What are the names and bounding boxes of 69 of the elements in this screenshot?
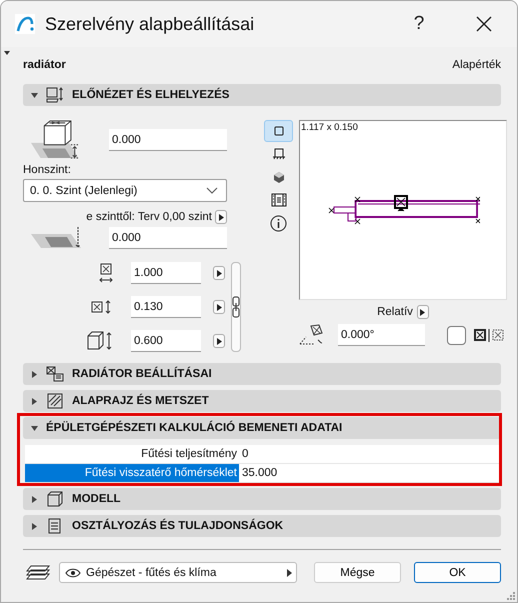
collapse-icon [31, 92, 38, 98]
layers-icon [26, 564, 51, 582]
section-header[interactable]: ELŐNÉZET ÉS ELHELYEZÉS [23, 84, 501, 106]
expand-icon [31, 496, 38, 502]
hatched-square-icon [46, 393, 64, 409]
default-label: Alapérték [452, 59, 501, 73]
arrow-button[interactable] [213, 334, 225, 348]
resize-grip-icon[interactable] [506, 591, 515, 600]
expand-icon [31, 398, 38, 404]
arrow-right-icon [420, 308, 426, 316]
width-icon [99, 262, 113, 284]
settings-list-icon [46, 366, 64, 382]
height-icon [87, 331, 113, 351]
view-mode-button[interactable] [264, 120, 293, 142]
width-field[interactable]: 1.000 [131, 262, 201, 284]
arrow-button[interactable] [213, 300, 225, 314]
cube-icon [46, 491, 64, 507]
elevation-icon [272, 148, 286, 160]
home-story-label: Honszint: [23, 164, 71, 176]
mirror-icon [474, 328, 506, 342]
section-header[interactable]: OSZTÁLYOZÁS ÉS TULAJDONSÁGOK [23, 515, 501, 537]
expand-icon [31, 370, 38, 378]
checkbox[interactable] [447, 326, 466, 344]
arrow-right-icon [287, 568, 292, 576]
help-button[interactable]: ? [389, 12, 449, 36]
property-value[interactable]: 0 [239, 445, 248, 463]
eye-icon [65, 568, 81, 578]
chevron-down-icon [206, 187, 218, 194]
collapse-icon [31, 424, 38, 432]
section-header[interactable]: ÉPÜLETGÉPÉSZETI KALKULÁCIÓ BEMENETI ADATAI [23, 417, 501, 439]
ok-button[interactable]: OK [414, 562, 501, 583]
property-label[interactable]: Fűtési visszatérő hőmérséklet [25, 464, 239, 482]
object-name: radiátor [23, 59, 66, 73]
depth-field[interactable]: 0.130 [131, 296, 201, 318]
square-icon [274, 126, 284, 136]
section-header[interactable]: RADIÁTOR BEÁLLÍTÁSAI [23, 363, 501, 385]
chain-icon [232, 296, 240, 318]
arrow-button[interactable] [213, 266, 225, 280]
depth-icon [91, 300, 113, 314]
layer-dropdown[interactable]: Gépészet - fűtés és klíma [59, 562, 297, 583]
section-header[interactable]: MODELL [23, 488, 501, 510]
elevation-field[interactable]: 0.000 [109, 129, 227, 151]
section-header[interactable]: ALAPRAJZ ÉS METSZET [23, 390, 501, 412]
height-field[interactable]: 0.600 [131, 330, 201, 352]
offset-field[interactable]: 0.000 [109, 227, 227, 249]
arrow-right-icon [216, 304, 222, 310]
info-icon [270, 214, 287, 232]
close-icon [476, 16, 492, 32]
preview-size-label: 1.117 x 0.150 [301, 122, 358, 133]
property-value[interactable]: 35.000 [239, 464, 278, 482]
home-story-dropdown[interactable]: 0. 0. Szint (Jelenlegi) [23, 179, 227, 202]
angle-field[interactable]: 0.000° [338, 324, 425, 346]
film-icon [270, 193, 286, 207]
arrow-button[interactable] [215, 210, 227, 224]
arrow-right-icon [216, 270, 222, 276]
arrow-right-icon [216, 338, 222, 344]
collapse-arrow-icon[interactable] [4, 51, 10, 55]
reference-level-label: e szinttől: Terv 0,00 szint [86, 211, 212, 223]
preview-icon [46, 87, 64, 103]
cube-icon [272, 170, 284, 184]
window-title: Szerelvény alapbeállításai [45, 14, 256, 34]
arrow-button[interactable] [416, 305, 429, 319]
arrow-right-icon [218, 214, 224, 220]
app-logo-icon [15, 14, 35, 34]
link-proportions-button[interactable] [231, 262, 241, 352]
relative-label: Relatív [377, 306, 413, 318]
cancel-button[interactable]: Mégse [314, 562, 401, 583]
expand-icon [31, 522, 38, 530]
property-label[interactable]: Fűtési teljesítmény [25, 445, 239, 463]
